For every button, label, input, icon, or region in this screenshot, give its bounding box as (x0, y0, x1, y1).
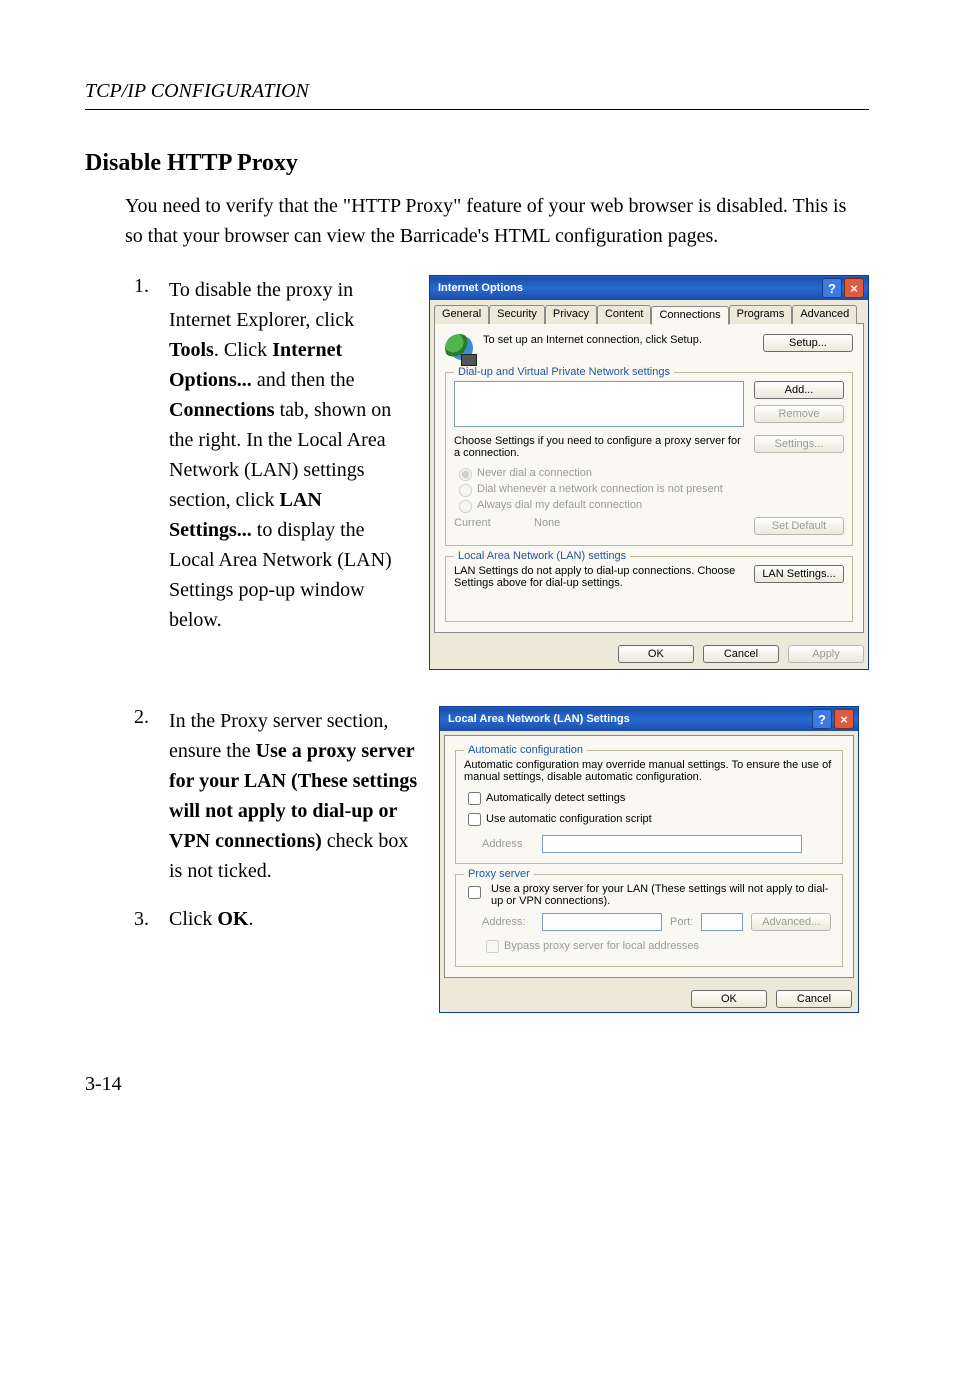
help-icon[interactable]: ? (812, 709, 832, 729)
section-title: Disable HTTP Proxy (85, 150, 869, 177)
radio-always-input (459, 500, 472, 513)
set-default-button: Set Default (754, 517, 844, 535)
intro-paragraph: You need to verify that the "HTTP Proxy"… (125, 191, 869, 251)
tab-advanced[interactable]: Advanced (792, 305, 857, 324)
dialog-button-row: OK Cancel Apply (430, 637, 868, 669)
advanced-button: Advanced... (751, 913, 831, 931)
ok-button[interactable]: OK (618, 645, 694, 663)
tab-general[interactable]: General (434, 305, 489, 324)
ok-button[interactable]: OK (691, 990, 767, 1008)
proxy-server-group: Proxy server Use a proxy server for your… (455, 874, 843, 967)
use-proxy-text: Use a proxy server for your LAN (These s… (491, 883, 834, 907)
address-input (542, 835, 802, 853)
radio-never-dial: Never dial a connection (454, 467, 592, 479)
cancel-button[interactable]: Cancel (703, 645, 779, 663)
tab-connections[interactable]: Connections (651, 306, 728, 325)
lan-titlebar[interactable]: Local Area Network (LAN) Settings ? × (440, 707, 858, 731)
lan-title: Local Area Network (LAN) Settings (448, 713, 630, 725)
cancel-button[interactable]: Cancel (776, 990, 852, 1008)
tab-security[interactable]: Security (489, 305, 545, 324)
radio-always-dial: Always dial my default connection (454, 499, 642, 511)
auto-config-legend: Automatic configuration (464, 744, 587, 756)
proxy-address-label: Address: (482, 916, 534, 928)
proxy-address-input (542, 913, 662, 931)
choose-settings-text: Choose Settings if you need to configure… (454, 435, 744, 459)
current-label: Current (454, 517, 524, 529)
settings-button: Settings... (754, 435, 844, 453)
dialup-group: Dial-up and Virtual Private Network sett… (445, 372, 853, 546)
apply-button: Apply (788, 645, 864, 663)
tab-programs[interactable]: Programs (729, 305, 793, 324)
running-head-text: TCP/IP CONFIGURATION (85, 80, 309, 102)
internet-options-title: Internet Options (438, 282, 523, 294)
running-head: TCP/IP CONFIGURATION (85, 80, 869, 110)
lan-body: Automatic configuration Automatic config… (444, 735, 854, 978)
tab-content[interactable]: Content (597, 305, 652, 324)
proxy-port-input (701, 913, 743, 931)
step-2: 2. In the Proxy server section, ensure t… (85, 706, 869, 1013)
bypass-input (486, 940, 499, 953)
step-1-number: 1. (121, 275, 149, 670)
close-icon[interactable]: × (834, 709, 854, 729)
tabs-row: General Security Privacy Content Connect… (430, 300, 868, 323)
proxy-legend: Proxy server (464, 868, 534, 880)
lan-button-row: OK Cancel (440, 982, 858, 1012)
use-proxy-checkbox[interactable] (468, 886, 481, 899)
step-2-number: 2. (121, 706, 149, 1013)
dialup-legend: Dial-up and Virtual Private Network sett… (454, 366, 674, 378)
tab-page-connections: To set up an Internet connection, click … (434, 323, 864, 633)
auto-detect-checkbox[interactable]: Automatically detect settings (464, 792, 625, 804)
radio-dial-whenever: Dial whenever a network connection is no… (454, 483, 723, 495)
internet-options-titlebar[interactable]: Internet Options ? × (430, 276, 868, 300)
lan-group: Local Area Network (LAN) settings LAN Se… (445, 556, 853, 622)
page-number: 3-14 (85, 1073, 869, 1096)
lan-settings-button[interactable]: LAN Settings... (754, 565, 844, 583)
step-1: 1. To disable the proxy in Internet Expl… (85, 275, 869, 670)
internet-options-dialog: Internet Options ? × General Security Pr… (429, 275, 869, 670)
radio-whenever-input (459, 484, 472, 497)
dialup-listbox[interactable] (454, 381, 744, 427)
auto-script-input[interactable] (468, 813, 481, 826)
add-button[interactable]: Add... (754, 381, 844, 399)
bypass-checkbox: Bypass proxy server for local addresses (482, 940, 699, 952)
close-icon[interactable]: × (844, 278, 864, 298)
current-value: None (534, 517, 744, 529)
lan-settings-dialog: Local Area Network (LAN) Settings ? × Au… (439, 706, 859, 1013)
tab-privacy[interactable]: Privacy (545, 305, 597, 324)
setup-text: To set up an Internet connection, click … (483, 334, 753, 346)
auto-config-group: Automatic configuration Automatic config… (455, 750, 843, 864)
auto-detect-input[interactable] (468, 792, 481, 805)
globe-icon (445, 334, 473, 362)
auto-config-text: Automatic configuration may override man… (464, 759, 834, 783)
step-3-number: 3. (121, 904, 149, 934)
step-2-text: In the Proxy server section, ensure the … (169, 706, 419, 1013)
step-1-text: To disable the proxy in Internet Explore… (169, 275, 409, 670)
auto-script-checkbox[interactable]: Use automatic configuration script (464, 813, 652, 825)
radio-never-input (459, 468, 472, 481)
setup-button[interactable]: Setup... (763, 334, 853, 352)
lan-legend: Local Area Network (LAN) settings (454, 550, 630, 562)
proxy-port-label: Port: (670, 916, 693, 928)
address-label: Address (482, 838, 534, 850)
lan-text: LAN Settings do not apply to dial-up con… (454, 565, 744, 589)
help-icon[interactable]: ? (822, 278, 842, 298)
remove-button: Remove (754, 405, 844, 423)
